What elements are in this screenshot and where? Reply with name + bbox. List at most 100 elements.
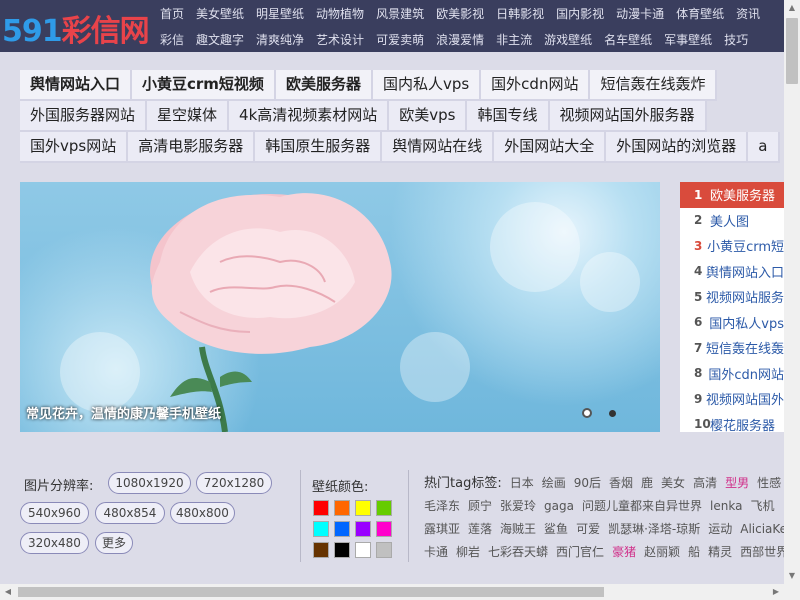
ranking-item[interactable]: 3 小黄豆crm短 — [680, 233, 784, 259]
sponsor-tag[interactable]: 星空媒体 — [147, 101, 230, 132]
resolution-option[interactable]: 540x960 — [20, 502, 89, 524]
hot-tag[interactable]: 柳岩 — [456, 545, 480, 559]
resolution-option[interactable]: 480x800 — [170, 502, 235, 524]
hot-tag[interactable]: 莲落 — [468, 522, 492, 536]
sponsor-tag[interactable]: 短信轰在线轰炸 — [590, 70, 718, 101]
hot-tag[interactable]: 性感 — [757, 476, 781, 490]
ranking-item[interactable]: 2 美人图 — [680, 208, 784, 234]
hot-tag[interactable]: 日本 — [510, 476, 534, 490]
nav-link[interactable]: 艺术设计 — [316, 31, 364, 48]
color-swatch[interactable] — [334, 500, 350, 516]
sponsor-tag[interactable]: 视频网站国外服务器 — [549, 101, 707, 132]
sponsor-tag[interactable]: 国外cdn网站 — [481, 70, 591, 101]
nav-link[interactable]: 体育壁纸 — [676, 5, 724, 22]
hot-tag[interactable]: 豪猪 — [612, 545, 636, 559]
hot-tag[interactable]: 赵丽颖 — [644, 545, 680, 559]
color-swatch[interactable] — [334, 521, 350, 537]
sponsor-tag[interactable]: 国外vps网站 — [20, 132, 129, 163]
hot-tag[interactable]: gaga — [544, 499, 574, 513]
nav-link[interactable]: 名车壁纸 — [604, 31, 652, 48]
nav-link[interactable]: 军事壁纸 — [664, 31, 712, 48]
hot-tag[interactable]: 顾宁 — [468, 499, 492, 513]
ranking-item[interactable]: 9 视频网站国外 — [680, 386, 784, 412]
color-swatch[interactable] — [355, 521, 371, 537]
hot-tag[interactable]: 鲨鱼 — [544, 522, 568, 536]
sponsor-tag[interactable]: 国内私人vps — [372, 70, 482, 101]
sponsor-tag[interactable]: 舆情网站在线 — [382, 132, 495, 163]
nav-link[interactable]: 美女壁纸 — [196, 5, 244, 22]
nav-link[interactable]: 国内影视 — [556, 5, 604, 22]
sponsor-tag[interactable]: 韩国原生服务器 — [255, 132, 383, 163]
sponsor-tag[interactable]: 外国网站大全 — [494, 132, 607, 163]
image-slider[interactable]: 常见花卉，温情的康乃馨手机壁纸 — [20, 182, 660, 432]
nav-link[interactable]: 日韩影视 — [496, 5, 544, 22]
hot-tag[interactable]: 飞机 — [750, 499, 774, 513]
hot-tag[interactable]: 海贼王 — [500, 522, 536, 536]
hot-tag[interactable]: 张爱玲 — [500, 499, 536, 513]
nav-link[interactable]: 非主流 — [496, 31, 532, 48]
nav-link[interactable]: 首页 — [160, 5, 184, 22]
hot-tag[interactable]: 90后 — [574, 476, 601, 490]
hot-tag[interactable]: 卡通 — [424, 545, 448, 559]
hot-tag[interactable]: 运动 — [708, 522, 732, 536]
nav-link[interactable]: 浪漫爱情 — [436, 31, 484, 48]
nav-link[interactable]: 可爱卖萌 — [376, 31, 424, 48]
sponsor-tag[interactable]: 欧美vps — [389, 101, 468, 132]
color-swatch[interactable] — [376, 542, 392, 558]
resolution-more[interactable]: 更多 — [95, 532, 133, 554]
nav-link[interactable]: 欧美影视 — [436, 5, 484, 22]
slider-dot-1[interactable] — [582, 408, 592, 418]
scroll-down-arrow-icon[interactable]: ▼ — [784, 568, 800, 584]
nav-link[interactable]: 动漫卡通 — [616, 5, 664, 22]
color-swatch[interactable] — [376, 500, 392, 516]
site-logo[interactable]: 591彩信网 — [2, 6, 150, 50]
slider-dot-2[interactable] — [609, 410, 616, 417]
sponsor-tag[interactable]: 小黄豆crm短视频 — [132, 70, 276, 101]
nav-link[interactable]: 资讯 — [736, 5, 760, 22]
ranking-item[interactable]: 8 国外cdn网站 — [680, 361, 784, 387]
horizontal-scrollbar[interactable]: ◀ ▶ — [0, 584, 800, 600]
vertical-scrollbar[interactable]: ▲ ▼ — [784, 0, 800, 584]
sponsor-tag[interactable]: a — [748, 132, 780, 163]
nav-link[interactable]: 技巧 — [724, 31, 748, 48]
hot-tag[interactable]: 西部世界 — [740, 545, 784, 559]
color-swatch[interactable] — [355, 500, 371, 516]
hot-tag[interactable]: 鹿 — [641, 476, 653, 490]
scroll-up-arrow-icon[interactable]: ▲ — [784, 0, 800, 16]
sponsor-tag[interactable]: 欧美服务器 — [275, 70, 373, 101]
hot-tag[interactable]: 可爱 — [576, 522, 600, 536]
color-swatch[interactable] — [313, 542, 329, 558]
ranking-item[interactable]: 10 樱花服务器 — [680, 412, 784, 432]
resolution-option[interactable]: 1080x1920 — [108, 472, 191, 494]
nav-link[interactable]: 游戏壁纸 — [544, 31, 592, 48]
sponsor-tag[interactable]: 韩国专线 — [467, 101, 550, 132]
sponsor-tag[interactable]: 高清电影服务器 — [128, 132, 256, 163]
hot-tag[interactable]: 香烟 — [609, 476, 633, 490]
hot-tag[interactable]: 西门官仁 — [556, 545, 604, 559]
hot-tag[interactable]: lenka — [710, 499, 742, 513]
hot-tag[interactable]: AliciaKe — [740, 522, 784, 536]
hot-tag[interactable]: 凯瑟琳·泽塔-琼斯 — [608, 522, 700, 536]
hot-tag[interactable]: 精灵 — [708, 545, 732, 559]
ranking-item[interactable]: 1 欧美服务器 — [680, 182, 784, 208]
slider-caption[interactable]: 常见花卉，温情的康乃馨手机壁纸 — [26, 403, 221, 422]
ranking-item[interactable]: 4 舆情网站入口 — [680, 259, 784, 285]
scroll-right-arrow-icon[interactable]: ▶ — [768, 584, 784, 600]
nav-link[interactable]: 动物植物 — [316, 5, 364, 22]
color-swatch[interactable] — [355, 542, 371, 558]
nav-link[interactable]: 趣文趣字 — [196, 31, 244, 48]
vertical-scroll-thumb[interactable] — [786, 18, 798, 84]
ranking-item[interactable]: 5 视频网站服务 — [680, 284, 784, 310]
sponsor-tag[interactable]: 外国服务器网站 — [20, 101, 148, 132]
sponsor-tag[interactable]: 舆情网站入口 — [20, 70, 133, 101]
color-swatch[interactable] — [313, 521, 329, 537]
hot-tag[interactable]: 高清 — [693, 476, 717, 490]
ranking-item[interactable]: 6 国内私人vps — [680, 310, 784, 336]
hot-tag[interactable]: 问题儿童都来自异世界 — [582, 499, 702, 513]
color-swatch[interactable] — [376, 521, 392, 537]
color-swatch[interactable] — [313, 500, 329, 516]
horizontal-scroll-thumb[interactable] — [18, 587, 604, 597]
resolution-option[interactable]: 320x480 — [20, 532, 89, 554]
sponsor-tag[interactable]: 外国网站的浏览器 — [606, 132, 749, 163]
scroll-left-arrow-icon[interactable]: ◀ — [0, 584, 16, 600]
